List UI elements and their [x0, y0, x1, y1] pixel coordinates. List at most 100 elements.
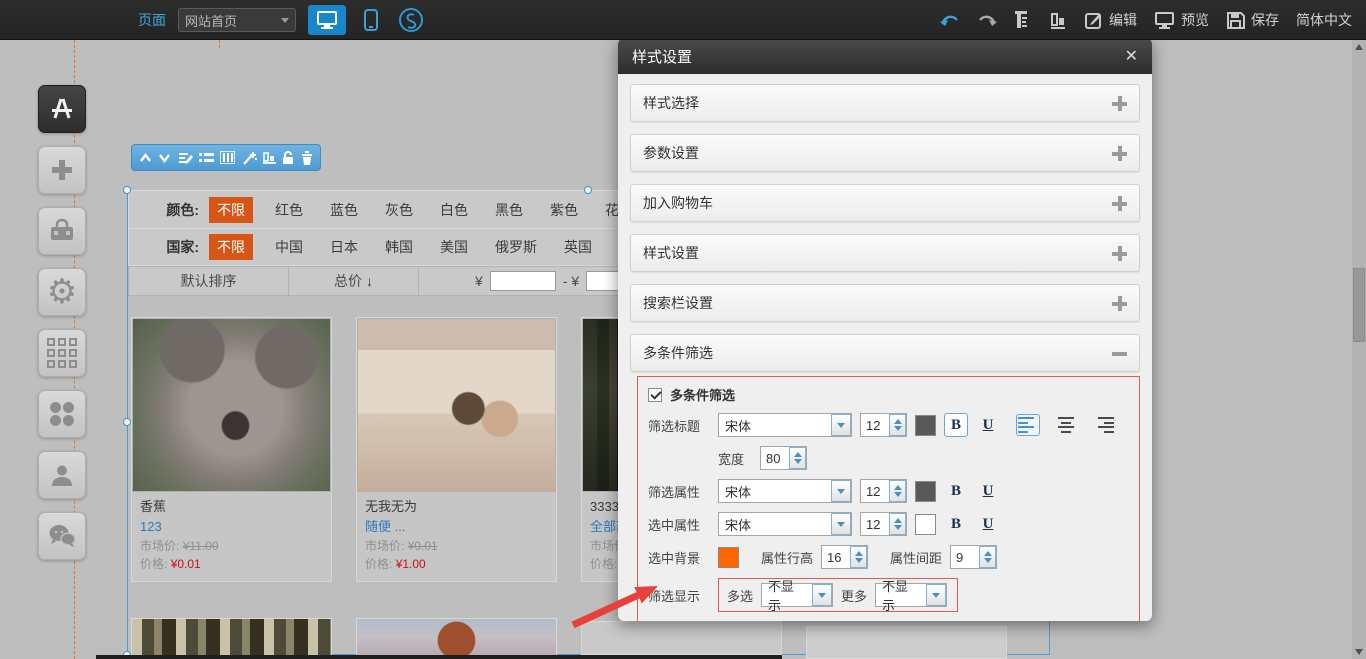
- multi-select-dropdown[interactable]: 不显示: [761, 583, 833, 607]
- section-multi-filter[interactable]: 多条件筛选: [630, 334, 1140, 372]
- bold-button[interactable]: B: [944, 512, 968, 536]
- width-spinner[interactable]: 80: [760, 446, 807, 470]
- filter-option[interactable]: 蓝色: [330, 200, 358, 220]
- sort-default[interactable]: 默认排序: [129, 267, 289, 295]
- preview-button[interactable]: 预览: [1154, 10, 1209, 30]
- page-select[interactable]: 网站首页: [178, 8, 296, 32]
- sort-total-price[interactable]: 总价 ↓: [289, 267, 419, 295]
- price-value: ¥0.01: [171, 557, 201, 571]
- move-down-icon[interactable]: [158, 153, 171, 163]
- filter-option[interactable]: 灰色: [385, 200, 413, 220]
- lock-icon[interactable]: [282, 151, 294, 165]
- selection-handle-top-middle[interactable]: [584, 186, 592, 194]
- sliders-icon[interactable]: [220, 151, 235, 164]
- filter-option[interactable]: 英国: [564, 237, 592, 257]
- font-size-spinner[interactable]: 12: [860, 413, 907, 437]
- filter-option[interactable]: 白色: [440, 200, 468, 220]
- chevron-down-icon[interactable]: [831, 480, 851, 502]
- sidebar-item-wechat[interactable]: [38, 512, 86, 560]
- section-style-select[interactable]: 样式选择: [630, 84, 1140, 122]
- sidebar-item-toolbox[interactable]: [38, 207, 86, 255]
- sidebar-item-components[interactable]: [38, 85, 86, 133]
- edit-button[interactable]: 编辑: [1084, 10, 1137, 30]
- spinner-arrows[interactable]: [889, 480, 906, 502]
- filter-option[interactable]: 日本: [330, 237, 358, 257]
- sidebar-item-modules[interactable]: [38, 329, 86, 377]
- filter-option[interactable]: 紫色: [550, 200, 578, 220]
- edit-content-icon[interactable]: [178, 151, 193, 165]
- move-up-icon[interactable]: [139, 153, 152, 163]
- underline-button[interactable]: U: [976, 512, 1000, 536]
- redo-button[interactable]: [977, 13, 997, 27]
- filter-option-selected[interactable]: 不限: [209, 234, 253, 260]
- bg-color-swatch[interactable]: [718, 547, 739, 568]
- product-link[interactable]: 随便 ...: [365, 517, 548, 537]
- stats-button[interactable]: [1049, 10, 1067, 30]
- filter-option-selected[interactable]: 不限: [209, 197, 253, 223]
- chevron-down-icon[interactable]: [812, 584, 832, 606]
- price-min-input[interactable]: [490, 271, 556, 291]
- selection-handle-middle-left[interactable]: [123, 418, 131, 426]
- font-color-swatch[interactable]: [915, 514, 936, 535]
- filter-display-row: 筛选显示 多选 不显示 更多 不显示: [648, 578, 1131, 612]
- trash-icon[interactable]: [301, 151, 313, 165]
- mobile-view-button[interactable]: [358, 9, 384, 31]
- link-tool-button[interactable]: [396, 7, 426, 33]
- sidebar-item-settings[interactable]: ⚙: [38, 268, 86, 316]
- more-dropdown[interactable]: 不显示: [875, 583, 947, 607]
- section-add-to-cart[interactable]: 加入购物车: [630, 184, 1140, 222]
- selection-handle-top-left[interactable]: [123, 186, 131, 194]
- desktop-view-button[interactable]: [308, 5, 346, 35]
- font-color-swatch[interactable]: [915, 481, 936, 502]
- font-select[interactable]: 宋体: [718, 479, 852, 503]
- language-switch[interactable]: 简体中文: [1296, 10, 1352, 30]
- ruler-button[interactable]: [1014, 10, 1032, 30]
- underline-button[interactable]: U: [976, 479, 1000, 503]
- spinner-arrows[interactable]: [850, 546, 867, 568]
- spinner-arrows[interactable]: [979, 546, 996, 568]
- bold-button[interactable]: B: [944, 479, 968, 503]
- sidebar-item-apps[interactable]: [38, 390, 86, 438]
- font-select[interactable]: 宋体: [718, 512, 852, 536]
- filter-option[interactable]: 俄罗斯: [495, 237, 537, 257]
- section-style-settings[interactable]: 样式设置: [630, 234, 1140, 272]
- multi-filter-checkbox[interactable]: [648, 388, 662, 402]
- spinner-arrows[interactable]: [789, 447, 806, 469]
- save-button[interactable]: 保存: [1226, 10, 1279, 30]
- magic-wand-icon[interactable]: [242, 151, 257, 165]
- font-select[interactable]: 宋体: [718, 413, 852, 437]
- filter-option[interactable]: 中国: [275, 237, 303, 257]
- spacing-spinner[interactable]: 9: [950, 545, 997, 569]
- chevron-down-icon[interactable]: [831, 513, 851, 535]
- font-size-spinner[interactable]: 12: [860, 479, 907, 503]
- underline-button[interactable]: U: [976, 413, 1000, 437]
- bold-button[interactable]: B: [944, 413, 968, 437]
- line-height-spinner[interactable]: 16: [821, 545, 868, 569]
- filter-option[interactable]: 黑色: [495, 200, 523, 220]
- scroll-down-arrow[interactable]: [1352, 645, 1366, 659]
- scrollbar-thumb[interactable]: [1353, 268, 1365, 342]
- chevron-down-icon[interactable]: [926, 584, 946, 606]
- filter-option[interactable]: 美国: [440, 237, 468, 257]
- section-parameters[interactable]: 参数设置: [630, 134, 1140, 172]
- scroll-up-arrow[interactable]: [1352, 40, 1366, 54]
- undo-button[interactable]: [940, 13, 960, 27]
- spinner-arrows[interactable]: [889, 414, 906, 436]
- filter-option[interactable]: 韩国: [385, 237, 413, 257]
- collapse-icon: [1112, 346, 1127, 361]
- sidebar-item-add[interactable]: [38, 146, 86, 194]
- font-color-swatch[interactable]: [915, 415, 936, 436]
- product-link[interactable]: 123: [140, 517, 323, 537]
- chevron-down-icon[interactable]: [831, 414, 851, 436]
- component-chart-icon[interactable]: [263, 151, 276, 164]
- filter-option[interactable]: 红色: [275, 200, 303, 220]
- sidebar-item-members[interactable]: [38, 451, 86, 499]
- close-icon[interactable]: ✕: [1125, 46, 1138, 66]
- list-settings-icon[interactable]: [199, 152, 214, 164]
- align-left-button[interactable]: [1016, 414, 1040, 436]
- spinner-arrows[interactable]: [889, 513, 906, 535]
- font-size-spinner[interactable]: 12: [860, 512, 907, 536]
- align-right-button[interactable]: [1092, 414, 1116, 436]
- align-center-button[interactable]: [1054, 414, 1078, 436]
- section-search-bar[interactable]: 搜索栏设置: [630, 284, 1140, 322]
